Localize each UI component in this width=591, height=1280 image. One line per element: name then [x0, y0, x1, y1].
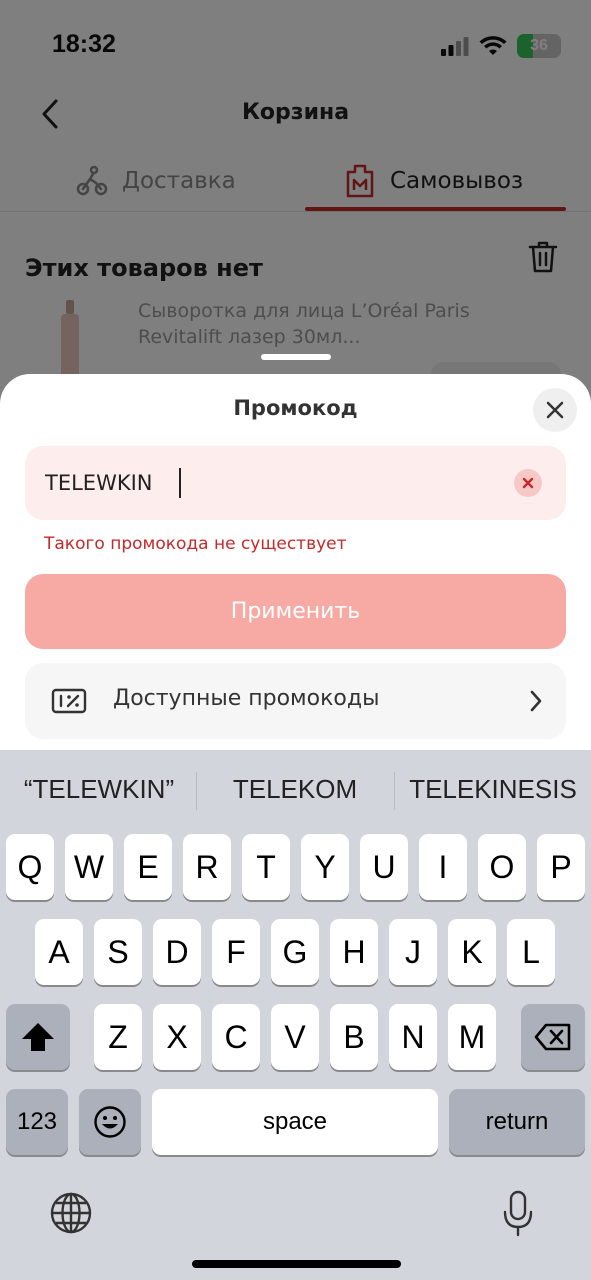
key-q[interactable]: Q — [6, 834, 54, 900]
key-t[interactable]: T — [242, 834, 290, 900]
promo-error-message: Такого промокода не существует — [44, 534, 347, 554]
numbers-key[interactable]: 123 — [6, 1089, 68, 1155]
key-j[interactable]: J — [389, 919, 437, 985]
key-o[interactable]: O — [478, 834, 526, 900]
keyboard: “TELEWKIN” TELEKOM TELEKINESIS Q W E R T… — [0, 750, 591, 1280]
key-u[interactable]: U — [360, 834, 408, 900]
space-key[interactable]: space — [152, 1089, 438, 1155]
chevron-right-icon — [530, 690, 542, 712]
key-h[interactable]: H — [330, 919, 378, 985]
shift-icon — [22, 1023, 54, 1051]
key-d[interactable]: D — [153, 919, 201, 985]
key-b[interactable]: B — [330, 1004, 378, 1070]
backspace-icon — [534, 1023, 571, 1051]
suggestion-item[interactable]: TELEKINESIS — [404, 774, 582, 805]
key-a[interactable]: A — [35, 919, 83, 985]
backspace-key[interactable] — [521, 1004, 585, 1070]
key-p[interactable]: P — [537, 834, 585, 900]
available-promocodes-row[interactable]: Доступные промокоды — [25, 663, 566, 739]
close-button[interactable] — [533, 388, 577, 432]
home-indicator — [192, 1260, 401, 1268]
key-n[interactable]: N — [389, 1004, 437, 1070]
dictation-button[interactable] — [500, 1190, 540, 1240]
suggestion-item[interactable]: “TELEWKIN” — [18, 774, 180, 805]
discount-coupon-icon — [51, 688, 87, 714]
available-promocodes-label: Доступные промокоды — [113, 686, 380, 711]
sheet-grabber[interactable] — [261, 354, 331, 360]
close-icon — [546, 401, 564, 419]
globe-icon — [50, 1192, 92, 1234]
suggestion-item[interactable]: TELEKOM — [212, 774, 378, 805]
key-k[interactable]: K — [448, 919, 496, 985]
key-l[interactable]: L — [507, 919, 555, 985]
promo-code-input[interactable] — [45, 462, 485, 504]
key-c[interactable]: C — [212, 1004, 260, 1070]
emoji-key[interactable] — [79, 1089, 141, 1155]
key-s[interactable]: S — [94, 919, 142, 985]
key-m[interactable]: M — [448, 1004, 496, 1070]
key-y[interactable]: Y — [301, 834, 349, 900]
emoji-icon — [94, 1106, 126, 1138]
key-w[interactable]: W — [65, 834, 113, 900]
microphone-icon — [503, 1190, 533, 1237]
key-i[interactable]: I — [419, 834, 467, 900]
shift-key[interactable] — [6, 1004, 70, 1070]
clear-input-button[interactable] — [514, 469, 542, 497]
suggestion-bar: “TELEWKIN” TELEKOM TELEKINESIS — [0, 750, 591, 832]
apply-button[interactable]: Применить — [25, 574, 566, 649]
clear-x-icon — [522, 477, 534, 489]
key-f[interactable]: F — [212, 919, 260, 985]
promo-sheet: Промокод Такого промокода не существует … — [0, 374, 591, 750]
key-g[interactable]: G — [271, 919, 319, 985]
key-x[interactable]: X — [153, 1004, 201, 1070]
key-v[interactable]: V — [271, 1004, 319, 1070]
key-e[interactable]: E — [124, 834, 172, 900]
key-z[interactable]: Z — [94, 1004, 142, 1070]
sheet-title: Промокод — [233, 396, 358, 420]
key-r[interactable]: R — [183, 834, 231, 900]
text-caret — [179, 468, 181, 498]
promo-code-field[interactable] — [25, 446, 566, 520]
return-key[interactable]: return — [449, 1089, 585, 1155]
globe-button[interactable] — [48, 1190, 96, 1238]
